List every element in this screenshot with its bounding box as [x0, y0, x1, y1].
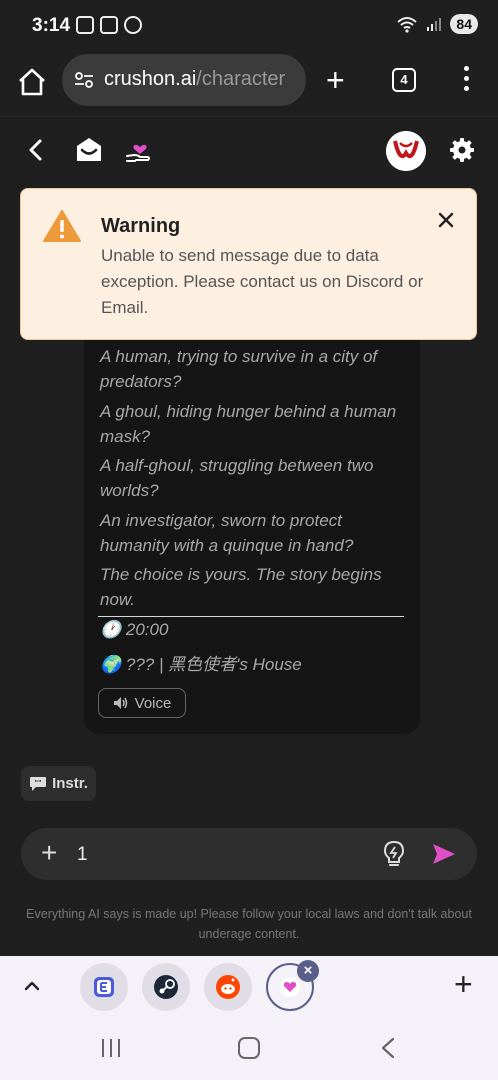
- home-icon[interactable]: [16, 66, 48, 98]
- warning-title: Warning: [101, 215, 181, 237]
- notification-icons: [76, 16, 142, 34]
- heart-icon: [280, 977, 300, 997]
- signal-icon: [427, 18, 442, 31]
- new-tab-button[interactable]: +: [326, 64, 345, 96]
- add-tab-button[interactable]: +: [454, 968, 473, 1000]
- tokyo-ghoul-logo: [386, 131, 426, 171]
- site-settings-icon[interactable]: [74, 70, 94, 90]
- svg-text:"": "": [34, 779, 41, 787]
- battery-indicator: 84: [450, 14, 478, 34]
- avatar[interactable]: [386, 131, 426, 171]
- tab-switcher-button[interactable]: 4: [392, 68, 416, 92]
- home-nav-icon[interactable]: [238, 1037, 260, 1059]
- chevron-up-icon[interactable]: [22, 976, 42, 996]
- lightbulb-icon[interactable]: [381, 840, 407, 868]
- message-input[interactable]: 1: [77, 844, 88, 866]
- steam-icon: [154, 975, 178, 999]
- warning-toast: Warning Unable to send message due to da…: [20, 188, 477, 340]
- hand-heart-icon[interactable]: [124, 134, 156, 166]
- message-location: 🌍 ??? | 黑色使者's House: [100, 655, 302, 674]
- attach-plus-button[interactable]: +: [41, 839, 57, 867]
- browser-toolbar: crushon.ai/character + 4: [0, 54, 498, 116]
- message-line: A half-ghoul, struggling between two wor…: [100, 456, 374, 500]
- instructions-button[interactable]: "" Instr.: [21, 766, 96, 801]
- recents-icon[interactable]: [100, 1038, 122, 1058]
- message-line: A ghoul, hiding hunger behind a human ma…: [100, 401, 397, 446]
- warning-message: Unable to send message due to data excep…: [101, 246, 424, 317]
- voice-button[interactable]: Voice: [98, 688, 186, 718]
- pinwheel-icon: [124, 16, 142, 34]
- send-icon[interactable]: [431, 842, 457, 866]
- reddit-icon: [216, 975, 240, 999]
- chat-header: [0, 128, 498, 174]
- screenshot-icon: [76, 16, 94, 34]
- message-time: 🕐 20:00: [100, 620, 169, 639]
- speaker-icon: [113, 697, 127, 709]
- e-app-icon: [94, 977, 114, 997]
- browser-tab-strip: × +: [0, 956, 498, 1018]
- warning-icon: [43, 210, 81, 242]
- back-nav-icon[interactable]: [380, 1037, 396, 1059]
- instructions-label: Instr.: [52, 775, 88, 792]
- toolbar-divider: [0, 116, 498, 117]
- close-icon[interactable]: [437, 211, 455, 229]
- more-menu-icon[interactable]: [460, 66, 472, 94]
- url-domain: crushon.ai: [104, 68, 197, 90]
- url-path: /character: [196, 68, 286, 90]
- message-divider: [98, 616, 404, 617]
- tab-reddit[interactable]: [204, 963, 252, 1011]
- url-text[interactable]: crushon.ai/character: [104, 68, 285, 91]
- status-time: 3:14: [32, 15, 71, 36]
- voice-label: Voice: [134, 694, 172, 712]
- message-line: A human, trying to survive in a city of …: [100, 347, 378, 391]
- gear-icon[interactable]: [448, 136, 476, 164]
- inbox-icon[interactable]: [74, 134, 104, 164]
- back-icon[interactable]: [22, 136, 50, 164]
- wifi-icon: [397, 17, 418, 33]
- message-input-bar: + 1: [21, 828, 477, 880]
- message-text: A human, trying to survive in a city of …: [100, 344, 410, 617]
- bot-icon: [100, 16, 118, 34]
- tab-e-app[interactable]: [80, 963, 128, 1011]
- message-line: The choice is yours. The story begins no…: [100, 565, 382, 609]
- status-bar: 3:14 84: [0, 0, 498, 54]
- chat-bubble-icon: "": [30, 776, 47, 791]
- system-nav-bar: [0, 1018, 498, 1080]
- message-line: An investigator, sworn to protect humani…: [100, 510, 354, 555]
- tab-steam[interactable]: [142, 963, 190, 1011]
- address-bar[interactable]: crushon.ai/character: [62, 54, 306, 106]
- status-right: 84: [396, 14, 478, 34]
- close-tab-icon[interactable]: ×: [297, 960, 319, 982]
- character-message: A human, trying to survive in a city of …: [84, 300, 420, 734]
- disclaimer-text: Everything AI says is made up! Please fo…: [26, 907, 472, 941]
